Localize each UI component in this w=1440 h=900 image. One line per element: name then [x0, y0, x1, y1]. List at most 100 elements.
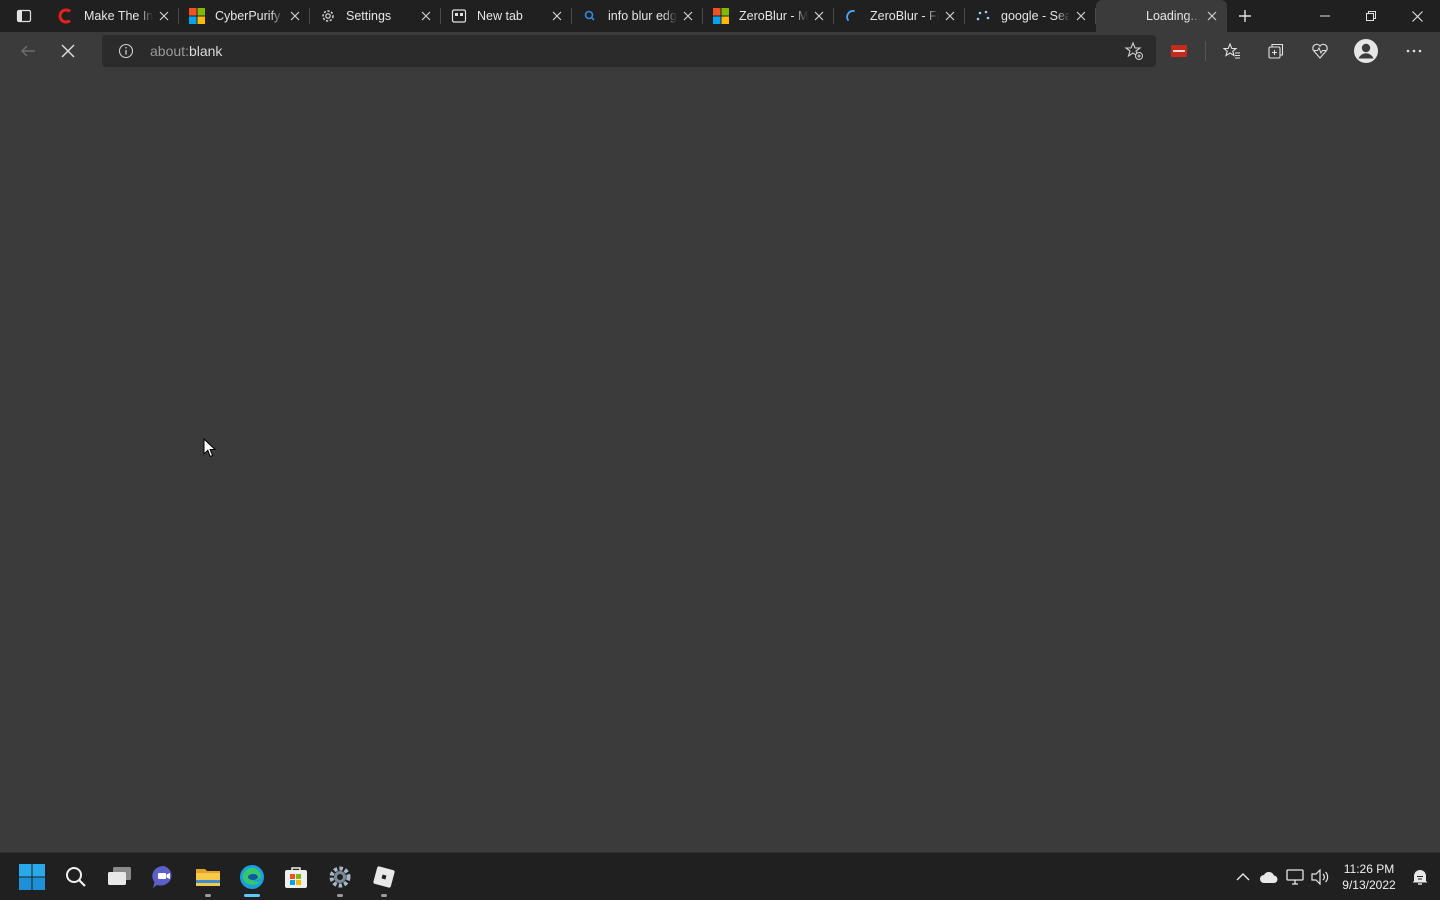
plus-icon [1239, 10, 1251, 22]
address-bar[interactable]: about:blank [102, 35, 1156, 67]
newtab-icon [451, 8, 467, 24]
tab-title: CyberPurify [215, 9, 281, 23]
avatar-icon [1354, 39, 1378, 63]
more-dots-icon [1406, 49, 1422, 53]
network-button[interactable] [1282, 861, 1308, 893]
extension-button[interactable] [1157, 35, 1201, 67]
blank-favicon [1106, 8, 1122, 24]
teams-chat-button[interactable] [142, 855, 186, 899]
tab-actions-button[interactable] [0, 0, 48, 32]
gear-icon [320, 8, 336, 24]
close-tab-icon[interactable] [1070, 5, 1092, 27]
restore-icon [1366, 11, 1376, 21]
tab-cyberpurify[interactable]: CyberPurify [179, 0, 310, 32]
tab-loading[interactable]: Loading... [1096, 0, 1227, 32]
tab-google-search[interactable]: google - Search [965, 0, 1096, 32]
task-view-button[interactable] [98, 855, 142, 899]
close-tab-icon[interactable] [939, 5, 961, 27]
tab-settings[interactable]: Settings [310, 0, 441, 32]
browser-toolbar: about:blank [0, 32, 1440, 70]
tab-title: ZeroBlur - Free [870, 9, 939, 23]
tab-zeroblur-microsoft[interactable]: ZeroBlur - Micr [703, 0, 834, 32]
tab-title: info blur edge [608, 9, 677, 23]
back-button[interactable] [8, 35, 48, 67]
clock-time: 11:26 PM [1343, 862, 1395, 876]
start-button[interactable] [10, 855, 54, 899]
tab-title: ZeroBlur - Micr [739, 9, 808, 23]
extension-icon [1171, 45, 1187, 57]
loading-dots-icon [975, 8, 991, 24]
close-tab-icon[interactable] [153, 5, 175, 27]
close-tab-icon[interactable] [415, 5, 437, 27]
close-tab-icon[interactable] [1201, 5, 1223, 27]
notification-bell-icon [1412, 870, 1428, 885]
notifications-button[interactable] [1404, 861, 1436, 893]
toolbar-right [1157, 32, 1440, 70]
url-text[interactable]: about:blank [150, 43, 222, 59]
microsoft-store-button[interactable] [274, 855, 318, 899]
settings-app-button[interactable] [318, 855, 362, 899]
tab-strip: Make The Inter CyberPurify Settings New … [0, 0, 1440, 32]
tab-zeroblur-free[interactable]: ZeroBlur - Free [834, 0, 965, 32]
store-icon [285, 867, 307, 888]
running-indicator [381, 894, 387, 897]
browser-window: Make The Inter CyberPurify Settings New … [0, 0, 1440, 900]
browser-essentials-button[interactable] [1298, 35, 1342, 67]
minimize-button[interactable] [1302, 0, 1348, 32]
clock[interactable]: 11:26 PM 9/13/2022 [1334, 861, 1404, 893]
tab-make-the-internet[interactable]: Make The Inter [48, 0, 179, 32]
tab-info-blur-edge[interactable]: info blur edge [572, 0, 703, 32]
file-explorer-button[interactable] [186, 855, 230, 899]
profile-button[interactable] [1342, 35, 1390, 67]
bing-search-icon [582, 8, 598, 24]
tab-title: Make The Inter [84, 9, 153, 23]
close-tab-icon[interactable] [677, 5, 699, 27]
favorites-button[interactable] [1210, 35, 1254, 67]
microsoft-logo-icon [713, 8, 729, 24]
taskbar: 11:26 PM 9/13/2022 [0, 852, 1440, 900]
page-content-blank[interactable] [0, 70, 1440, 852]
cloud-icon [1260, 872, 1278, 883]
chat-icon [152, 865, 172, 888]
loading-spinner-icon [844, 8, 860, 24]
tab-new-tab[interactable]: New tab [441, 0, 572, 32]
close-window-button[interactable] [1394, 0, 1440, 32]
roblox-button[interactable] [362, 855, 406, 899]
url-scheme: about: [150, 43, 189, 59]
restore-button[interactable] [1348, 0, 1394, 32]
tab-title: Settings [346, 9, 392, 23]
close-tab-icon[interactable] [546, 5, 568, 27]
stop-loading-button[interactable] [48, 35, 88, 67]
mouse-cursor-icon [203, 438, 216, 458]
close-tab-icon[interactable] [284, 5, 306, 27]
windows-logo-icon [19, 864, 45, 890]
heart-pulse-icon [1312, 43, 1328, 59]
speaker-icon [1311, 869, 1329, 885]
tab-title: Loading... [1146, 9, 1201, 23]
tab-title: google - Search [1001, 9, 1070, 23]
taskbar-apps [10, 853, 406, 900]
add-favorite-icon[interactable] [1124, 41, 1144, 66]
gear-icon [329, 866, 351, 888]
search-button[interactable] [54, 855, 98, 899]
back-arrow-icon [21, 45, 35, 57]
edge-button[interactable] [230, 855, 274, 899]
close-tab-icon[interactable] [808, 5, 830, 27]
microsoft-logo-icon [189, 8, 205, 24]
toolbar-separator [1205, 41, 1206, 61]
edge-logo-icon [240, 865, 264, 889]
minimize-icon [1320, 15, 1330, 17]
system-tray: 11:26 PM 9/13/2022 [1230, 853, 1440, 900]
show-hidden-icons-button[interactable] [1230, 861, 1256, 893]
onedrive-button[interactable] [1256, 861, 1282, 893]
url-path: blank [188, 43, 223, 59]
collections-button[interactable] [1254, 35, 1298, 67]
info-icon[interactable] [102, 43, 150, 59]
settings-more-button[interactable] [1390, 35, 1438, 67]
volume-button[interactable] [1308, 861, 1334, 893]
chevron-up-icon [1236, 873, 1250, 881]
new-tab-button[interactable] [1227, 0, 1263, 32]
collections-icon [1268, 43, 1284, 59]
stop-x-icon [61, 44, 75, 58]
window-controls [1302, 0, 1440, 32]
